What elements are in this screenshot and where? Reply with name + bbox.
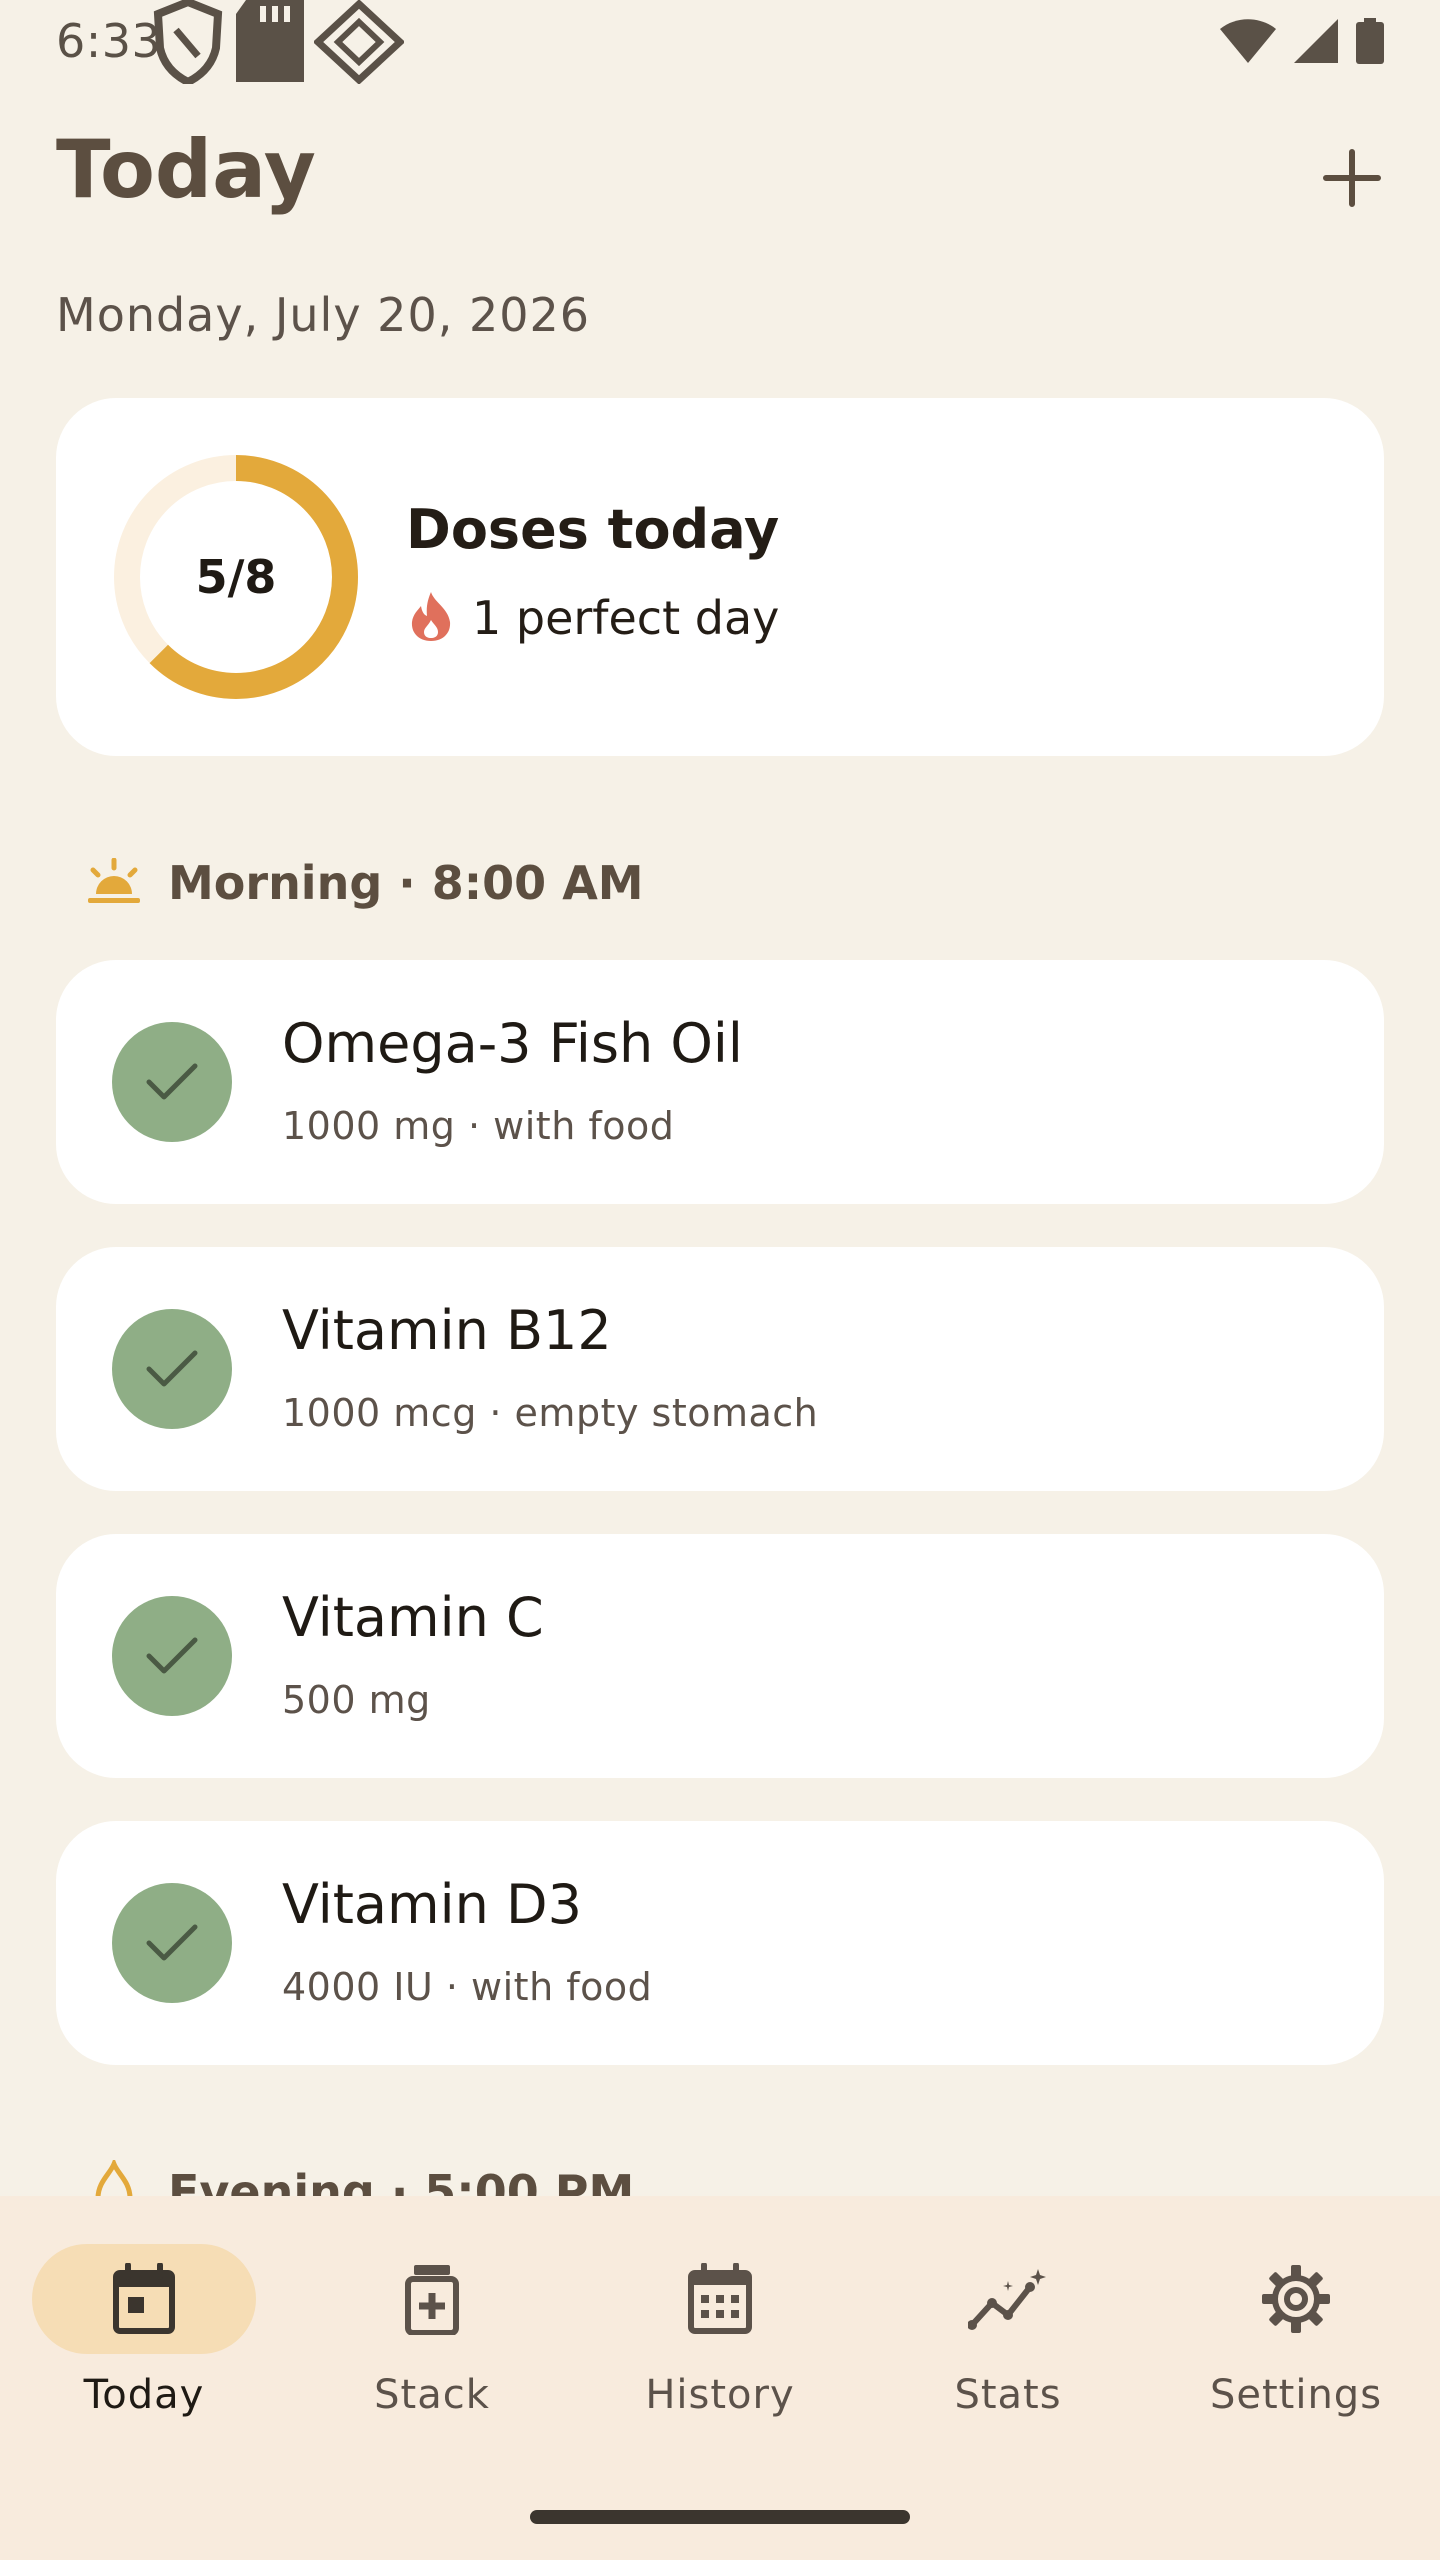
dose-name: Vitamin D3 bbox=[282, 1873, 582, 1936]
medicine-bottle-icon bbox=[405, 2265, 459, 2335]
taken-checkbox[interactable] bbox=[112, 1022, 232, 1142]
sd-card-icon bbox=[232, 0, 308, 88]
page-title: Today bbox=[56, 123, 316, 216]
summary-title: Doses today bbox=[406, 498, 780, 561]
nav-icon-container bbox=[608, 2244, 832, 2354]
nav-icon-container bbox=[320, 2244, 544, 2354]
dose-detail: 500 mg bbox=[282, 1678, 431, 1722]
notification-icons bbox=[150, 0, 406, 87]
taken-checkbox[interactable] bbox=[112, 1596, 232, 1716]
status-bar: 6:33 bbox=[0, 0, 1440, 87]
nav-icon-container bbox=[1184, 2244, 1408, 2354]
dose-name: Vitamin B12 bbox=[282, 1299, 612, 1362]
trend-chart-icon bbox=[968, 2269, 1046, 2330]
nav-tab-stack[interactable]: Stack bbox=[288, 2244, 576, 2444]
flame-icon bbox=[408, 590, 454, 646]
nav-label: History bbox=[645, 2372, 795, 2418]
progress-count: 5/8 bbox=[195, 550, 277, 604]
date-label: Monday, July 20, 2026 bbox=[56, 288, 591, 342]
section-label: Morning · 8:00 AM bbox=[168, 856, 644, 910]
dose-name: Vitamin C bbox=[282, 1586, 544, 1649]
dose-detail: 1000 mg · with food bbox=[282, 1104, 675, 1148]
bottom-navigation: Today Stack History Stats Settings bbox=[0, 2196, 1440, 2560]
nav-label: Stats bbox=[954, 2372, 1062, 2418]
dose-detail: 1000 mcg · empty stomach bbox=[282, 1391, 819, 1435]
nav-tab-stats[interactable]: Stats bbox=[864, 2244, 1152, 2444]
battery-icon bbox=[1356, 18, 1384, 68]
check-icon bbox=[146, 1063, 198, 1100]
nav-icon-container bbox=[896, 2244, 1120, 2354]
cellular-signal-icon bbox=[1294, 19, 1338, 67]
check-icon bbox=[146, 1924, 198, 1961]
wifi-icon bbox=[1220, 19, 1276, 67]
nav-active-indicator bbox=[32, 2244, 256, 2354]
system-status-icons bbox=[1220, 18, 1384, 68]
nav-tab-today[interactable]: Today bbox=[0, 2244, 288, 2444]
sunrise-icon bbox=[86, 857, 142, 908]
nav-tab-history[interactable]: History bbox=[576, 2244, 864, 2444]
status-time: 6:33 bbox=[56, 14, 162, 68]
taken-checkbox[interactable] bbox=[112, 1883, 232, 2003]
nav-label: Stack bbox=[374, 2372, 490, 2418]
dose-card[interactable]: Vitamin D3 4000 IU · with food bbox=[56, 1821, 1384, 2065]
gear-icon bbox=[1262, 2265, 1330, 2333]
check-icon bbox=[146, 1350, 198, 1387]
diamond-pattern-icon bbox=[312, 0, 406, 88]
shield-icon bbox=[150, 0, 226, 88]
add-button[interactable] bbox=[1320, 146, 1384, 210]
nav-label: Settings bbox=[1209, 2372, 1383, 2418]
dose-card[interactable]: Vitamin B12 1000 mcg · empty stomach bbox=[56, 1247, 1384, 1491]
dose-card[interactable]: Omega-3 Fish Oil 1000 mg · with food bbox=[56, 960, 1384, 1204]
check-icon bbox=[146, 1637, 198, 1674]
taken-checkbox[interactable] bbox=[112, 1309, 232, 1429]
streak-row: 1 perfect day bbox=[408, 590, 779, 646]
home-indicator[interactable] bbox=[530, 2510, 910, 2524]
calendar-today-icon bbox=[113, 2263, 175, 2334]
plus-icon bbox=[1323, 149, 1381, 207]
dose-detail: 4000 IU · with food bbox=[282, 1965, 653, 2009]
section-header-morning: Morning · 8:00 AM bbox=[86, 856, 644, 910]
nav-label: Today bbox=[83, 2372, 205, 2418]
streak-label: 1 perfect day bbox=[472, 591, 780, 645]
dose-card[interactable]: Vitamin C 500 mg bbox=[56, 1534, 1384, 1778]
doses-summary-card: 5/8 Doses today 1 perfect day bbox=[56, 398, 1384, 756]
dose-name: Omega-3 Fish Oil bbox=[282, 1012, 743, 1075]
calendar-month-icon bbox=[688, 2263, 752, 2334]
nav-tab-settings[interactable]: Settings bbox=[1152, 2244, 1440, 2444]
